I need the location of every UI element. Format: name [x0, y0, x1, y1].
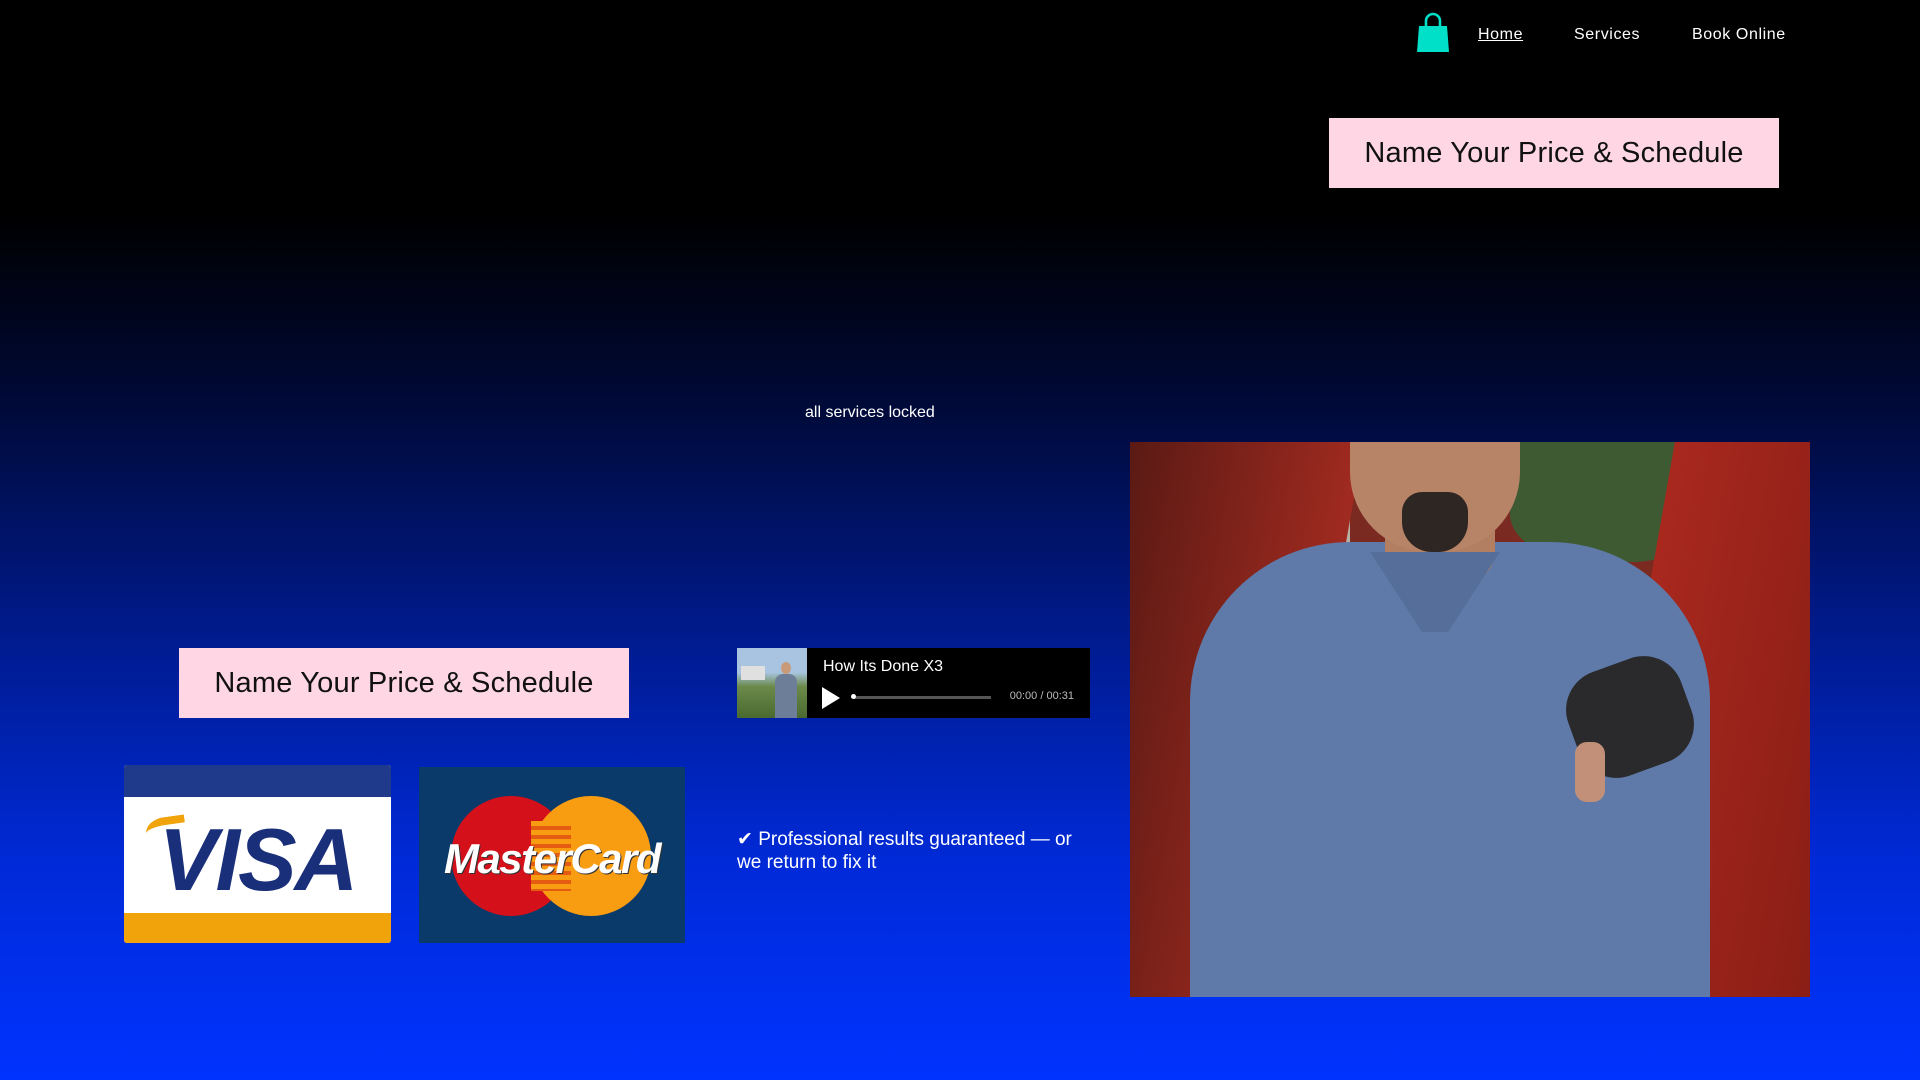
mastercard-logo: MasterCard	[419, 767, 685, 943]
guarantee-text: ✔ Professional results guaranteed — or w…	[737, 829, 1072, 873]
audio-info: How Its Done X3 00:00 / 00:31	[807, 648, 1090, 718]
audio-time: 00:00 / 00:31	[1009, 690, 1074, 702]
services-locked-text: all services locked	[805, 404, 935, 421]
nav-link-book-online[interactable]: Book Online	[1692, 26, 1786, 44]
name-your-price-button-secondary[interactable]: Name Your Price & Schedule	[179, 648, 629, 718]
mastercard-logo-text: MasterCard	[443, 835, 662, 882]
visa-logo: VISA	[124, 765, 391, 943]
nav-link-home[interactable]: Home	[1478, 26, 1523, 44]
audio-thumbnail	[737, 648, 807, 718]
top-navigation: Home Services Book Online	[0, 8, 1920, 60]
technician-photo	[1130, 442, 1810, 997]
audio-title: How Its Done X3	[823, 658, 944, 675]
shopping-bag-icon[interactable]	[1416, 12, 1450, 54]
nav-link-services[interactable]: Services	[1574, 26, 1640, 44]
audio-progress-knob[interactable]	[851, 694, 856, 699]
audio-progress-bar[interactable]	[851, 694, 991, 699]
play-icon[interactable]	[822, 687, 840, 709]
name-your-price-button[interactable]: Name Your Price & Schedule	[1329, 118, 1779, 188]
audio-player: How Its Done X3 00:00 / 00:31	[737, 648, 1090, 718]
visa-logo-text: VISA	[158, 810, 358, 909]
